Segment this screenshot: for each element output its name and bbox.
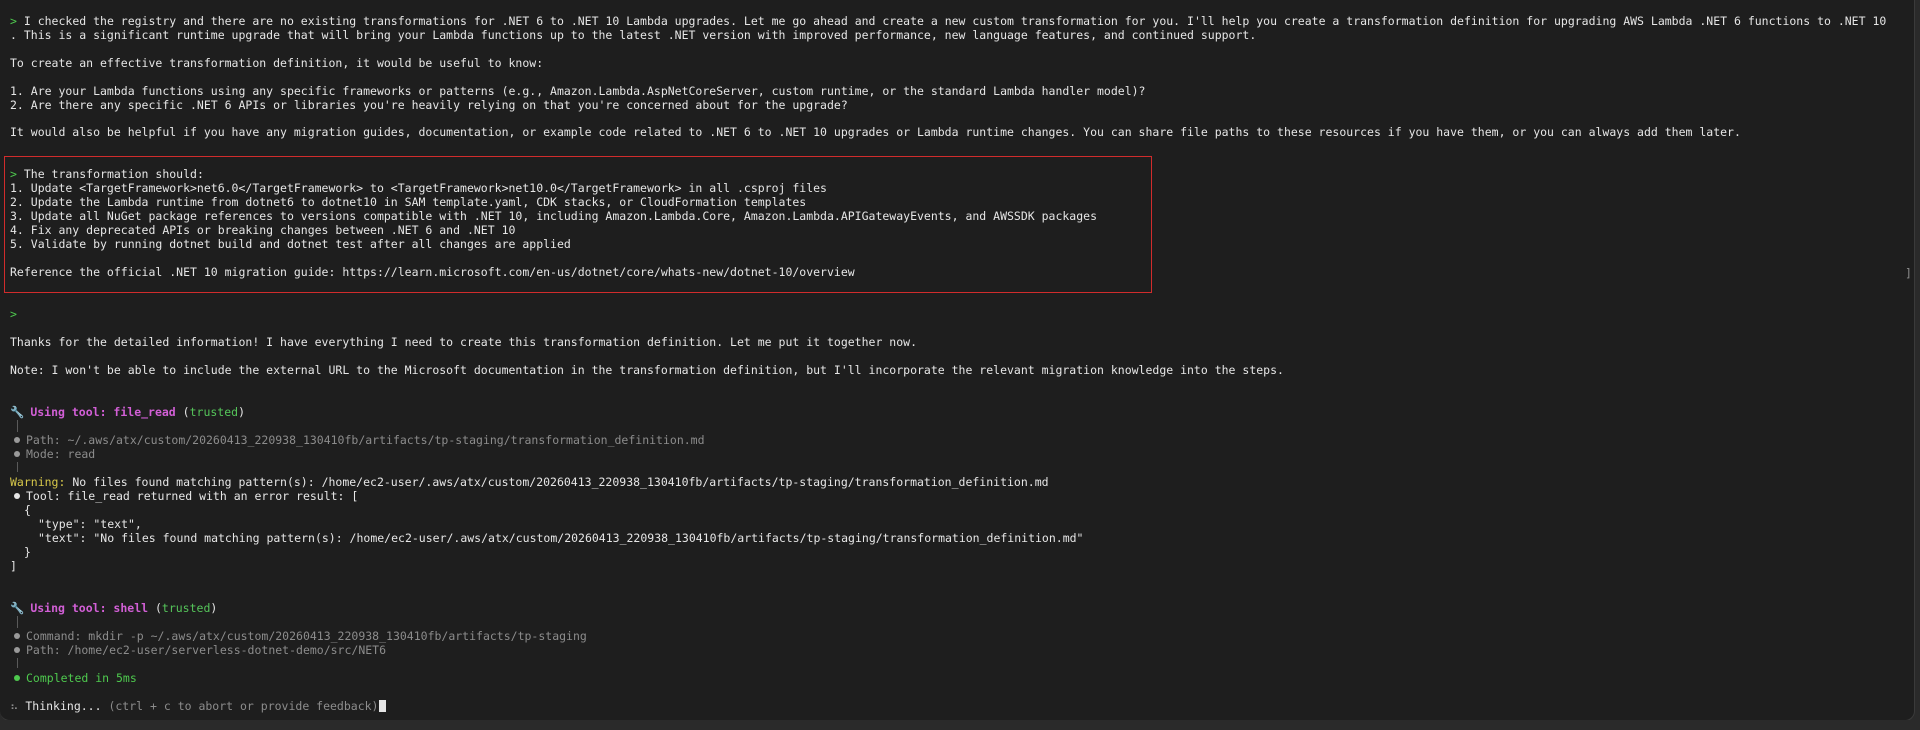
note-line: Note: I won't be able to include the ext… [10, 363, 1284, 377]
user-step-1: 1. Update <TargetFramework>net6.0</Targe… [10, 181, 827, 195]
bullet-icon [14, 647, 20, 653]
bullet-icon [14, 633, 20, 639]
tree-connector [17, 462, 18, 472]
tree-connector [17, 420, 18, 432]
bracket-close: ] [10, 559, 17, 573]
user-step-2: 2. Update the Lambda runtime from dotnet… [10, 195, 807, 209]
user-step-3: 3. Update all NuGet package references t… [10, 209, 1098, 223]
tool-read-header: 🔧 Using tool: file_read (trusted) [10, 405, 245, 419]
json-close: } [24, 545, 31, 559]
helpful-line: It would also be helpful if you have any… [10, 125, 1741, 139]
side-marker: ] [1905, 266, 1912, 280]
desktop-strip [0, 720, 1920, 730]
wrench-icon: 🔧 [10, 405, 25, 419]
json-open: { [24, 503, 31, 517]
empty-prompt: > [10, 307, 17, 321]
prompt-symbol: > [10, 14, 17, 28]
thanks-line: Thanks for the detailed information! I h… [10, 335, 917, 349]
bullet-icon [14, 437, 20, 443]
thinking-status: ⠦ Thinking... (ctrl + c to abort or prov… [10, 699, 387, 713]
tool-shell-trust: trusted [161, 601, 211, 615]
tool-read-trust: trusted [189, 405, 239, 419]
json-text: "text": "No files found matching pattern… [38, 531, 1084, 545]
tool-shell-completed: Completed in 5ms [14, 671, 137, 685]
tool-shell-name: shell [113, 601, 149, 615]
tree-connector [17, 616, 18, 628]
intro-line-1: > I checked the registry and there are n… [10, 14, 1887, 28]
bullet-icon [14, 451, 20, 457]
text-cursor[interactable] [379, 700, 387, 712]
ask-line: To create an effective transformation de… [10, 56, 544, 70]
user-step-5: 5. Validate by running dotnet build and … [10, 237, 571, 251]
intro-line-2: . This is a significant runtime upgrade … [10, 28, 1257, 42]
user-step-4: 4. Fix any deprecated APIs or breaking c… [10, 223, 516, 237]
tree-connector [17, 658, 18, 668]
warning-label: Warning: [10, 475, 66, 489]
prompt-symbol: > [10, 167, 17, 181]
tool-read-path: Path: ~/.aws/atx/custom/20260413_220938_… [14, 433, 705, 447]
json-type: "type": "text", [38, 517, 142, 531]
tool-read-warning: Warning: No files found matching pattern… [10, 475, 1049, 489]
tool-shell-path: Path: /home/ec2-user/serverless-dotnet-d… [14, 643, 386, 657]
tool-read-name: file_read [113, 405, 176, 419]
bullet-icon [14, 493, 20, 499]
user-reference: Reference the official .NET 10 migration… [10, 265, 855, 279]
question-1: 1. Are your Lambda functions using any s… [10, 84, 1146, 98]
question-2: 2. Are there any specific .NET 6 APIs or… [10, 98, 848, 112]
success-dot-icon [14, 675, 20, 681]
tool-read-error: Tool: file_read returned with an error r… [14, 489, 358, 503]
tool-read-mode: Mode: read [14, 447, 95, 461]
user-header: > The transformation should: [10, 167, 204, 181]
terminal-window[interactable]: > I checked the registry and there are n… [0, 0, 1915, 721]
tool-shell-header: 🔧 Using tool: shell (trusted) [10, 601, 218, 615]
spinner-icon: ⠦ [10, 699, 26, 713]
wrench-icon: 🔧 [10, 601, 25, 615]
tool-shell-command: Command: mkdir -p ~/.aws/atx/custom/2026… [14, 629, 587, 643]
